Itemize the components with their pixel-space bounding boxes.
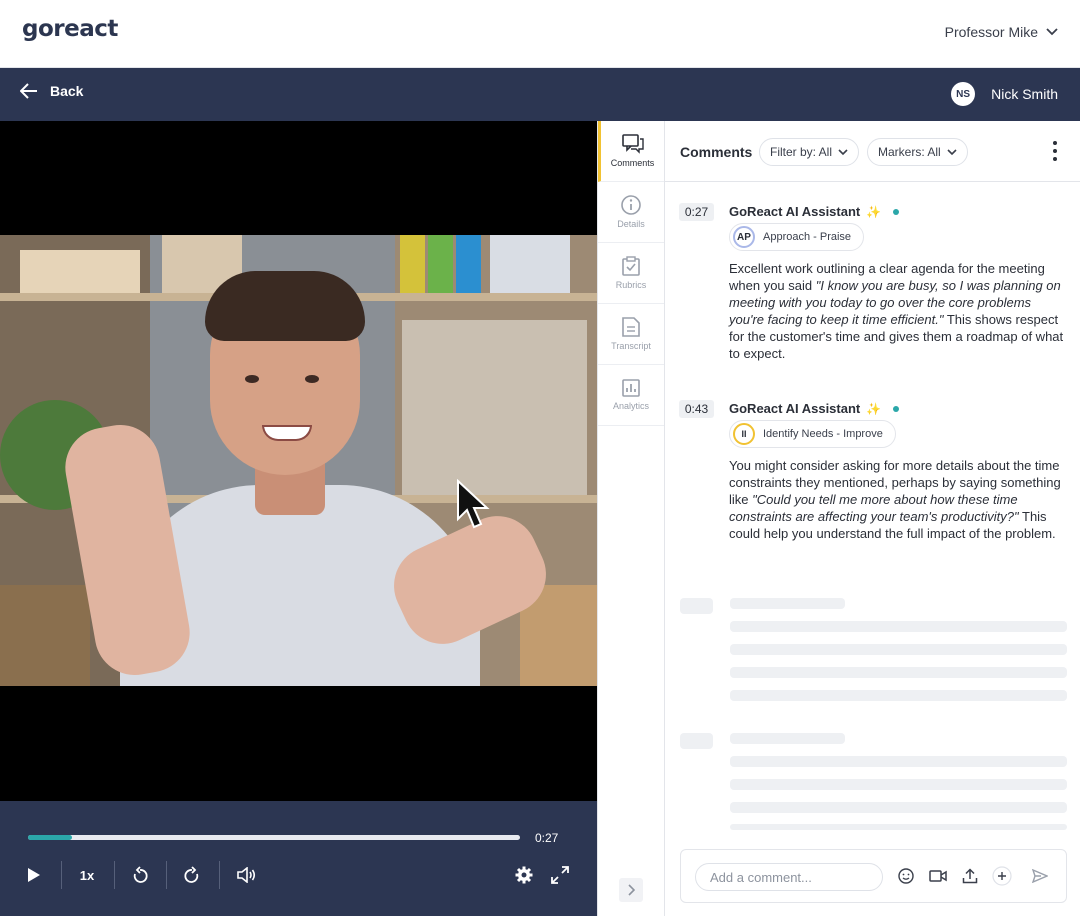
user-name: Professor Mike — [944, 24, 1038, 40]
comment-item: 0:43 GoReact AI Assistant ✨ II Identify … — [679, 400, 1069, 580]
comment-input[interactable] — [695, 863, 883, 891]
chevron-right-icon — [628, 884, 635, 896]
volume-button[interactable] — [236, 863, 258, 887]
markers-dropdown[interactable]: Markers: All — [867, 138, 968, 166]
transcript-document-icon — [622, 317, 640, 337]
current-time: 0:27 — [535, 831, 559, 845]
author-name: GoReact AI Assistant — [729, 401, 861, 416]
analytics-chart-icon — [622, 379, 640, 397]
side-tabs: Comments Details Rubrics Transcript Anal… — [597, 121, 665, 916]
upload-button[interactable] — [958, 864, 982, 888]
expand-panel-button[interactable] — [619, 878, 643, 902]
rewind-icon — [133, 866, 148, 883]
send-icon — [1032, 869, 1048, 883]
marker-label: Identify Needs - Improve — [763, 428, 883, 440]
marker-badge: AP — [733, 226, 755, 248]
playback-speed-button[interactable]: 1x — [76, 863, 98, 887]
chevron-down-icon — [1046, 28, 1058, 36]
video-camera-icon — [929, 870, 947, 882]
progress-fill — [28, 835, 73, 840]
top-header: goreact Professor Mike — [0, 0, 1080, 68]
settings-button[interactable] — [513, 863, 535, 887]
forward-icon — [184, 866, 199, 883]
emoji-button[interactable] — [894, 864, 918, 888]
tab-details[interactable]: Details — [598, 182, 664, 243]
video-player[interactable] — [0, 121, 597, 801]
tab-comments-label: Comments — [610, 158, 655, 168]
marker-badge: II — [733, 423, 755, 445]
mouse-cursor-icon — [457, 479, 490, 529]
comments-icon — [621, 134, 644, 154]
comment-author: GoReact AI Assistant ✨ — [729, 401, 900, 416]
comment-body: You might consider asking for more detai… — [729, 458, 1061, 541]
player-controls: 0:27 1x — [0, 801, 597, 916]
video-frame — [0, 235, 597, 686]
gear-icon — [515, 866, 533, 884]
tab-transcript-label: Transcript — [611, 341, 651, 351]
comment-body: Excellent work outlining a clear agenda … — [729, 261, 1064, 361]
comment-timestamp[interactable]: 0:43 — [679, 400, 714, 418]
comments-header: Comments Filter by: All Markers: All — [665, 121, 1080, 182]
author-name: GoReact AI Assistant — [729, 204, 861, 219]
info-icon — [621, 195, 641, 215]
add-button[interactable] — [990, 864, 1014, 888]
comment-item: 0:27 GoReact AI Assistant ✨ AP Approach … — [679, 203, 1069, 383]
tab-transcript[interactable]: Transcript — [598, 304, 664, 365]
user-menu[interactable]: Professor Mike — [945, 24, 1058, 40]
markers-label: Markers: All — [878, 145, 941, 159]
student-info: NS Nick Smith — [951, 82, 1058, 106]
rewind-button[interactable] — [130, 863, 150, 887]
chevron-down-icon — [947, 148, 957, 155]
avatar: NS — [951, 82, 976, 106]
send-button[interactable] — [1028, 864, 1052, 888]
emoji-icon — [898, 868, 914, 884]
panel-title: Comments — [680, 144, 753, 160]
sparkle-icon: ✨ — [866, 401, 882, 416]
online-status-dot — [893, 208, 900, 215]
filter-label: Filter by: All — [770, 145, 833, 159]
upload-icon — [962, 868, 978, 884]
fullscreen-button[interactable] — [549, 863, 571, 887]
marker-label: Approach - Praise — [763, 231, 852, 243]
arrow-left-icon — [20, 83, 37, 99]
sparkle-icon: ✨ — [866, 204, 882, 219]
comments-panel: Comments Filter by: All Markers: All 0:2… — [665, 121, 1080, 916]
play-button[interactable] — [24, 863, 44, 887]
forward-button[interactable] — [182, 863, 202, 887]
online-status-dot — [893, 405, 900, 412]
nav-bar: Back NS Nick Smith — [0, 68, 1080, 121]
comment-author: GoReact AI Assistant ✨ — [729, 204, 900, 219]
back-button[interactable]: Back — [20, 83, 83, 99]
more-options-button[interactable] — [1050, 141, 1060, 161]
progress-bar[interactable] — [28, 835, 520, 840]
goreact-logo[interactable]: goreact — [22, 16, 118, 42]
play-icon — [28, 868, 40, 882]
tab-comments[interactable]: Comments — [598, 121, 664, 182]
tab-analytics-label: Analytics — [612, 401, 649, 411]
volume-icon — [237, 867, 256, 883]
comment-timestamp[interactable]: 0:27 — [679, 203, 714, 221]
record-video-button[interactable] — [926, 864, 950, 888]
tab-analytics[interactable]: Analytics — [598, 365, 664, 426]
plus-circle-icon — [992, 866, 1012, 886]
chevron-down-icon — [838, 148, 848, 155]
filter-dropdown[interactable]: Filter by: All — [759, 138, 860, 166]
tab-details-label: Details — [617, 219, 645, 229]
marker-tag[interactable]: II Identify Needs - Improve — [729, 420, 896, 448]
back-label: Back — [50, 83, 84, 99]
fullscreen-icon — [551, 866, 569, 884]
student-name: Nick Smith — [991, 86, 1058, 102]
marker-tag[interactable]: AP Approach - Praise — [729, 223, 865, 251]
comment-composer — [680, 849, 1067, 903]
tab-rubrics-label: Rubrics — [615, 280, 647, 290]
rubric-clipboard-icon — [622, 256, 640, 276]
tab-rubrics[interactable]: Rubrics — [598, 243, 664, 304]
